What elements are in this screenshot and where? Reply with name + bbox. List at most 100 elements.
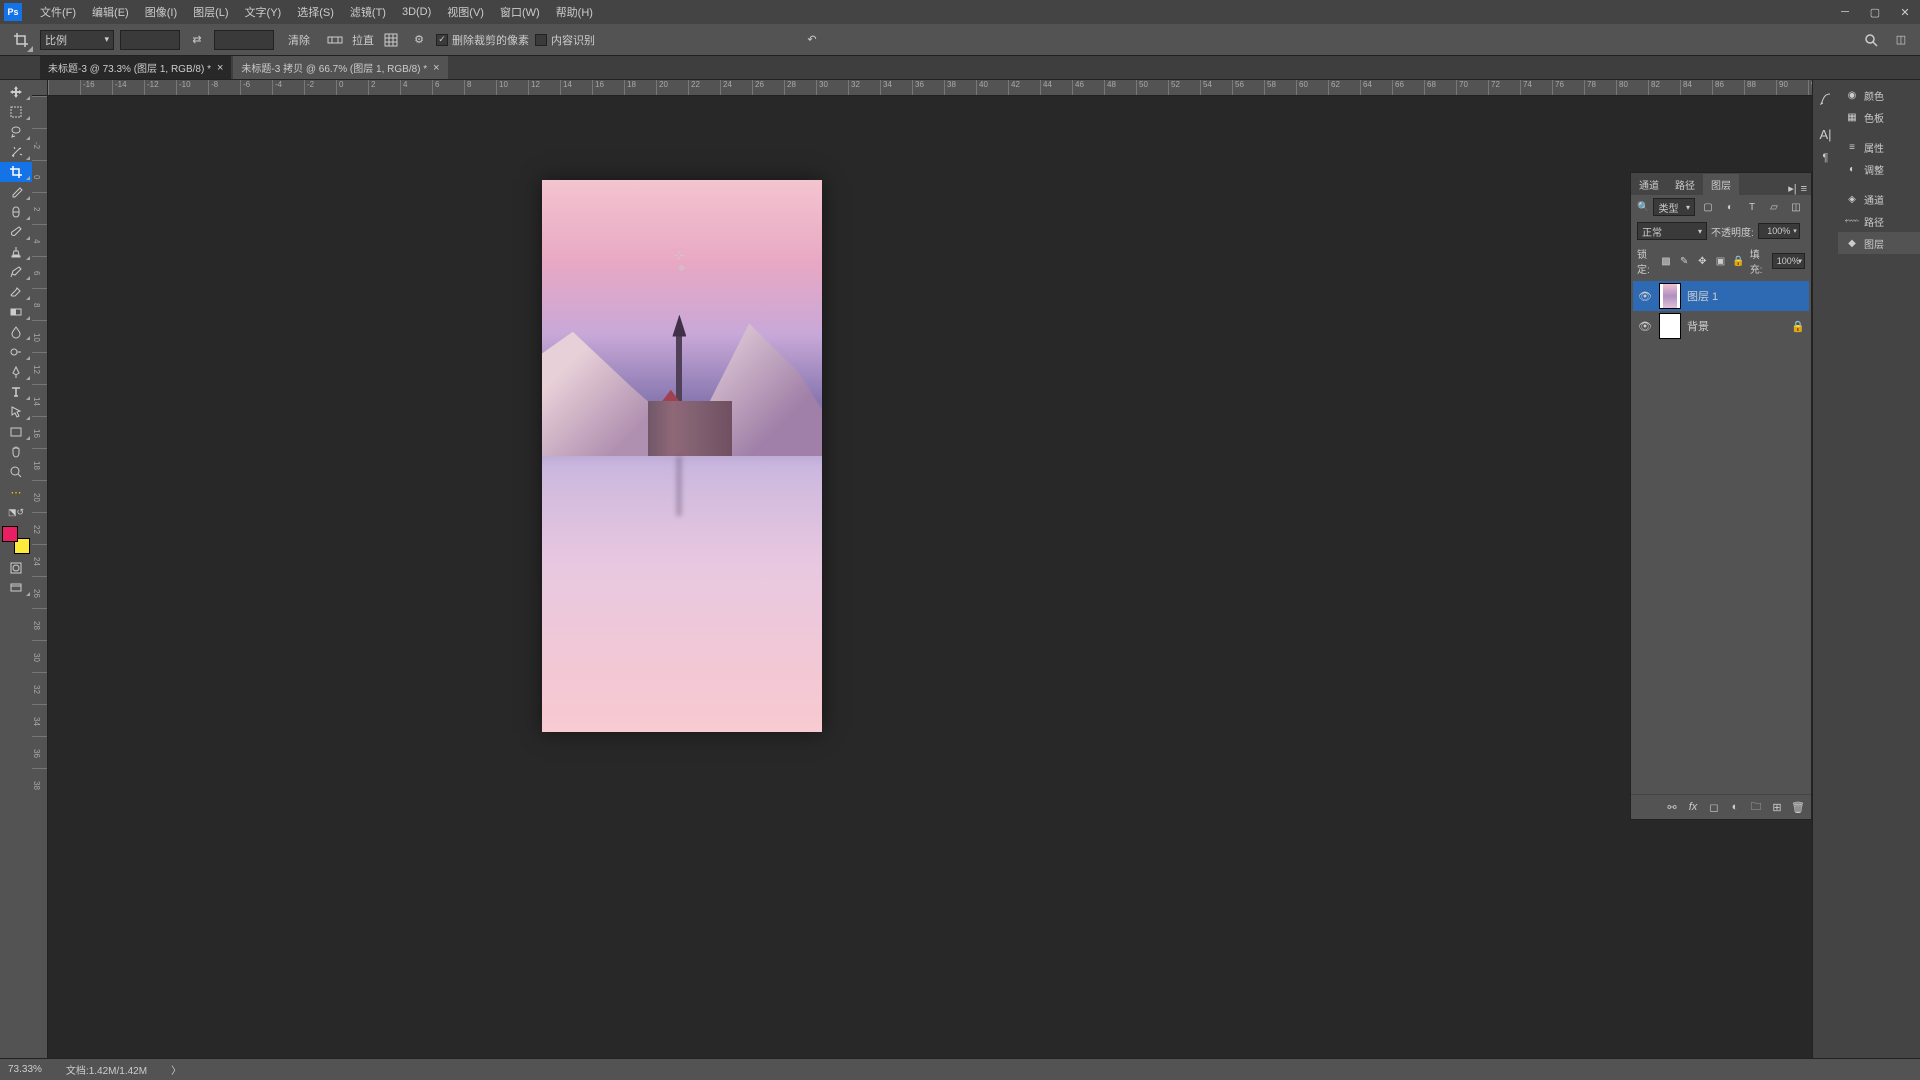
doc-tab-1[interactable]: 未标题-3 @ 73.3% (图层 1, RGB/8) *× (40, 56, 231, 79)
lasso-tool[interactable] (0, 122, 32, 142)
close-icon[interactable]: × (217, 62, 223, 74)
filter-type-icon[interactable]: T (1743, 198, 1761, 216)
filter-adjust-icon[interactable]: ◐ (1721, 198, 1739, 216)
hand-tool[interactable] (0, 442, 32, 462)
lock-transparent-icon[interactable]: ▩ (1659, 252, 1673, 270)
menu-window[interactable]: 窗口(W) (492, 0, 548, 24)
blend-mode-select[interactable]: 正常 (1637, 222, 1707, 240)
crop-tool[interactable] (0, 162, 32, 182)
menu-filter[interactable]: 滤镜(T) (342, 0, 394, 24)
paths-panel-btn[interactable]: ⬳路径 (1838, 210, 1920, 232)
search-icon[interactable] (1860, 29, 1882, 51)
menu-help[interactable]: 帮助(H) (548, 0, 601, 24)
fill-value[interactable]: 100% (1772, 253, 1805, 269)
collapse-icon[interactable]: ▸| (1788, 182, 1796, 195)
adjustment-icon[interactable]: ◐ (1726, 799, 1744, 815)
menu-icon[interactable]: ≡ (1801, 183, 1807, 195)
dodge-tool[interactable] (0, 342, 32, 362)
quick-mask[interactable] (0, 558, 32, 578)
pen-tool[interactable] (0, 362, 32, 382)
visibility-icon[interactable]: 👁 (1637, 320, 1653, 333)
workspace-icon[interactable]: ◫ (1890, 29, 1912, 51)
brush-panel-icon[interactable] (1813, 86, 1838, 110)
eyedropper-tool[interactable] (0, 182, 32, 202)
layer-name[interactable]: 图层 1 (1687, 288, 1718, 304)
channels-panel-btn[interactable]: ◈通道 (1838, 188, 1920, 210)
height-input[interactable] (214, 30, 274, 50)
visibility-icon[interactable]: 👁 (1637, 290, 1653, 303)
stamp-tool[interactable] (0, 242, 32, 262)
history-brush-tool[interactable] (0, 262, 32, 282)
eraser-tool[interactable] (0, 282, 32, 302)
zoom-level[interactable]: 73.33% (8, 1064, 42, 1075)
width-input[interactable] (120, 30, 180, 50)
path-select-tool[interactable] (0, 402, 32, 422)
healing-tool[interactable] (0, 202, 32, 222)
color-panel-btn[interactable]: ◉颜色 (1838, 84, 1920, 106)
layer-thumbnail[interactable] (1659, 283, 1681, 309)
properties-panel-btn[interactable]: ≡属性 (1838, 136, 1920, 158)
minimize-button[interactable]: ─ (1830, 0, 1860, 24)
ratio-select[interactable]: 比例 (40, 30, 114, 50)
doc-size[interactable]: 文档:1.42M/1.42M (66, 1062, 147, 1077)
foreground-color[interactable] (2, 526, 18, 542)
menu-select[interactable]: 选择(S) (289, 0, 342, 24)
group-icon[interactable]: 🗀 (1747, 799, 1765, 815)
rectangle-tool[interactable] (0, 422, 32, 442)
maximize-button[interactable]: ▢ (1860, 0, 1890, 24)
doc-tab-2[interactable]: 未标题-3 拷贝 @ 66.7% (图层 1, RGB/8) *× (233, 56, 447, 79)
ruler-vertical[interactable]: -202468101214161820222426283032343638 (32, 96, 48, 1058)
fx-icon[interactable]: fx (1684, 799, 1702, 815)
brush-tool[interactable] (0, 222, 32, 242)
fg-bg-swap[interactable]: ⬔↺ (0, 502, 32, 522)
new-layer-icon[interactable]: ⊞ (1768, 799, 1786, 815)
layers-panel-btn[interactable]: ◆图层 (1838, 232, 1920, 254)
swap-icon[interactable]: ⇄ (186, 29, 208, 51)
grid-icon[interactable] (380, 29, 402, 51)
status-arrow-icon[interactable]: 〉 (171, 1062, 181, 1077)
delete-pixels-check[interactable]: ✓删除裁剪的像素 (436, 32, 529, 48)
color-swatch[interactable] (2, 526, 30, 554)
mask-icon[interactable]: ◻ (1705, 799, 1723, 815)
link-icon[interactable]: ⚯ (1663, 799, 1681, 815)
marquee-tool[interactable] (0, 102, 32, 122)
lock-artboard-icon[interactable]: ▣ (1713, 252, 1727, 270)
gradient-tool[interactable] (0, 302, 32, 322)
canvas-image[interactable] (542, 180, 822, 732)
gear-icon[interactable]: ⚙ (408, 29, 430, 51)
opacity-value[interactable]: 100% (1758, 223, 1800, 239)
adjustments-panel-btn[interactable]: ◐调整 (1838, 158, 1920, 180)
content-aware-check[interactable]: 内容识别 (535, 32, 595, 48)
menu-3d[interactable]: 3D(D) (394, 0, 439, 24)
lock-image-icon[interactable]: ✎ (1677, 252, 1691, 270)
blur-tool[interactable] (0, 322, 32, 342)
menu-layer[interactable]: 图层(L) (185, 0, 236, 24)
type-tool[interactable] (0, 382, 32, 402)
ruler-horizontal[interactable]: -16-14-12-10-8-6-4-202468101214161820222… (48, 80, 1812, 96)
crop-tool-icon[interactable] (8, 27, 34, 53)
menu-file[interactable]: 文件(F) (32, 0, 84, 24)
lock-all-icon[interactable]: 🔒 (1732, 252, 1746, 270)
close-button[interactable]: ✕ (1890, 0, 1920, 24)
layer-row[interactable]: 👁 图层 1 (1633, 281, 1809, 311)
zoom-tool[interactable] (0, 462, 32, 482)
move-tool[interactable] (0, 82, 32, 102)
layer-name[interactable]: 背景 (1687, 318, 1709, 334)
tab-paths[interactable]: 路径 (1667, 174, 1703, 195)
ruler-corner[interactable] (32, 80, 48, 96)
filter-image-icon[interactable]: ▢ (1699, 198, 1717, 216)
trash-icon[interactable]: 🗑 (1789, 799, 1807, 815)
paragraph-panel-icon[interactable]: ¶ (1813, 146, 1838, 170)
filter-shape-icon[interactable]: ▱ (1765, 198, 1783, 216)
layer-row[interactable]: 👁 背景 🔒 (1633, 311, 1809, 341)
lock-position-icon[interactable]: ✥ (1695, 252, 1709, 270)
canvas-area[interactable]: -16-14-12-10-8-6-4-202468101214161820222… (32, 80, 1812, 1058)
menu-view[interactable]: 视图(V) (439, 0, 492, 24)
wand-tool[interactable] (0, 142, 32, 162)
straighten-icon[interactable] (324, 29, 346, 51)
menu-edit[interactable]: 编辑(E) (84, 0, 137, 24)
layer-filter-select[interactable]: 类型 (1653, 198, 1695, 216)
screen-mode[interactable] (0, 578, 32, 598)
reset-icon[interactable]: ↶ (801, 29, 823, 51)
close-icon[interactable]: × (433, 62, 439, 74)
